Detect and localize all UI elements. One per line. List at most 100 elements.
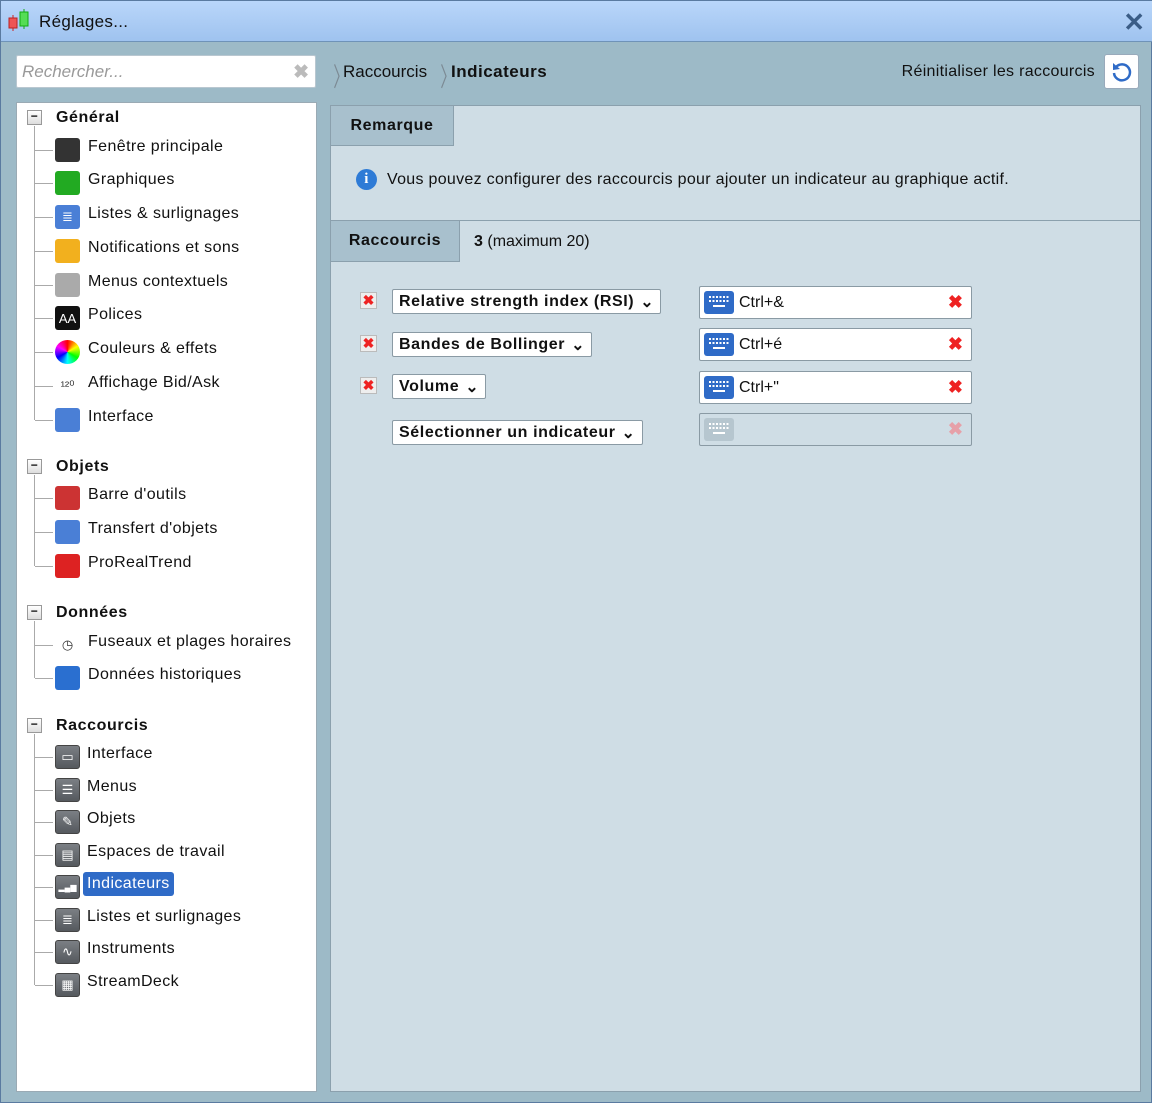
tree-line: [35, 318, 53, 319]
tree-line: [35, 352, 53, 353]
breadcrumb-raccourcis[interactable]: Raccourcis: [343, 62, 427, 82]
remark-text: Vous pouvez configurer des raccourcis po…: [387, 170, 1010, 188]
curve-icon: ∿: [55, 940, 80, 964]
tree-item-couleurs-effets[interactable]: Couleurs & effets: [84, 337, 221, 361]
window-title: Réglages...: [39, 12, 129, 31]
chevron-down-icon: ⌄: [571, 336, 586, 354]
info-icon: i: [356, 169, 377, 190]
tree-item-donn-es-historiques[interactable]: Données historiques: [84, 663, 245, 687]
clear-search-icon[interactable]: ✖: [293, 61, 309, 84]
collapse-icon[interactable]: −: [27, 110, 42, 125]
bid-ask-icon: ¹²⁰: [60, 378, 75, 393]
tree-group-3[interactable]: − Raccourcis: [17, 711, 316, 741]
streamdeck-icon: ▦: [55, 973, 80, 997]
indicator-select[interactable]: Bandes de Bollinger ⌄: [392, 332, 593, 357]
tree-line: [34, 621, 35, 678]
tree-item-fuseaux-et-plages-horaires[interactable]: Fuseaux et plages horaires: [84, 630, 295, 654]
collapse-icon[interactable]: −: [27, 459, 42, 474]
settings-tree: − Général Fenêtre principale Graphiques ≣ Lis…: [16, 102, 317, 1092]
tree-group-label: Données: [56, 604, 128, 621]
tree-item-indicateurs[interactable]: Indicateurs: [83, 872, 174, 896]
context-menu-icon: [55, 273, 80, 297]
tree-line: [34, 734, 35, 985]
history-icon: [55, 666, 80, 690]
tree-item-graphiques[interactable]: Graphiques: [84, 168, 179, 192]
search-input[interactable]: [17, 56, 277, 87]
tree-item-barre-d-outils[interactable]: Barre d'outils: [84, 483, 190, 507]
new-shortcut-key-field: ✖: [699, 413, 972, 446]
pencil-icon: ✎: [55, 810, 80, 834]
reset-shortcuts-button[interactable]: [1104, 54, 1139, 89]
collapse-icon[interactable]: −: [27, 718, 42, 733]
tree-group-2[interactable]: − Données: [17, 598, 316, 628]
content-panel: Remarque i Vous pouvez configurer des ra…: [330, 105, 1141, 1092]
tree-line: [35, 183, 53, 184]
color-wheel-icon: [55, 340, 80, 364]
keyboard-icon: [704, 418, 734, 441]
keyboard-icon: [704, 333, 734, 356]
tree-group-1[interactable]: − Objets: [17, 452, 316, 482]
tree-item-espaces-de-travail[interactable]: Espaces de travail: [83, 840, 229, 864]
tree-line: [35, 822, 53, 823]
tree-line: [35, 532, 53, 533]
tree-item-prorealtrend[interactable]: ProRealTrend: [84, 551, 196, 575]
delete-row-button[interactable]: ✖: [360, 292, 377, 309]
clear-key-icon[interactable]: ✖: [948, 292, 963, 313]
tree-item-menus[interactable]: Menus: [83, 775, 141, 799]
tree-item-polices[interactable]: Polices: [84, 303, 146, 327]
tree-item-interface[interactable]: Interface: [84, 405, 158, 429]
count-value: 3: [474, 233, 483, 250]
workspace-icon: ▤: [55, 843, 80, 867]
tree-item-listes-surlignages[interactable]: Listes & surlignages: [84, 202, 243, 226]
clear-key-icon: ✖: [947, 419, 963, 439]
tree-item-menus-contextuels[interactable]: Menus contextuels: [84, 270, 232, 294]
tree-line: [35, 566, 53, 567]
key-value: Ctrl+é: [739, 336, 783, 353]
chevron-down-icon: ⌄: [621, 424, 636, 442]
tree-line: [35, 920, 53, 921]
indicator-placeholder: Sélectionner un indicateur: [399, 423, 616, 441]
title-bar: Réglages... ✕: [1, 1, 1152, 42]
clear-key-icon[interactable]: ✖: [948, 334, 963, 355]
shortcut-key-field[interactable]: Ctrl+& ✖: [699, 286, 972, 319]
tree-item-instruments[interactable]: Instruments: [83, 937, 179, 961]
indicator-select[interactable]: Volume ⌄: [392, 374, 487, 399]
shortcut-key-field[interactable]: Ctrl+" ✖: [699, 371, 972, 404]
shortcut-key-field[interactable]: Ctrl+é ✖: [699, 328, 972, 361]
collapse-icon[interactable]: −: [27, 605, 42, 620]
indicator-select[interactable]: Relative strength index (RSI) ⌄: [392, 289, 662, 314]
tree-line: [35, 757, 53, 758]
tree-item-streamdeck[interactable]: StreamDeck: [83, 970, 183, 994]
delete-row-button[interactable]: ✖: [360, 335, 377, 352]
tree-group-label: Objets: [56, 458, 110, 475]
tree-line: [35, 855, 53, 856]
tree-item-listes-et-surlignages[interactable]: Listes et surlignages: [83, 905, 245, 929]
transfer-icon: [55, 520, 80, 544]
new-indicator-select[interactable]: Sélectionner un indicateur ⌄: [392, 420, 643, 445]
tree-group-0[interactable]: − Général: [17, 103, 316, 133]
key-value: Ctrl+&: [739, 294, 784, 311]
tree-line: [35, 985, 53, 986]
tree-group-label: Général: [56, 109, 120, 126]
search-box[interactable]: ✖: [16, 55, 316, 88]
delete-row-button[interactable]: ✖: [360, 377, 377, 394]
tree-line: [35, 217, 53, 218]
tree-item-notifications-et-sons[interactable]: Notifications et sons: [84, 236, 244, 260]
tree-line: [34, 126, 35, 420]
keyboard-icon: [704, 376, 734, 399]
chevron-down-icon: ⌄: [465, 378, 480, 396]
tree-item-objets[interactable]: Objets: [83, 807, 140, 831]
tree-item-transfert-d-objets[interactable]: Transfert d'objets: [84, 517, 222, 541]
lists-icon: ≣: [55, 908, 80, 932]
trend-icon: [55, 554, 80, 578]
tree-item-affichage-bid-ask[interactable]: Affichage Bid/Ask: [84, 371, 224, 395]
monitor-icon: ▭: [55, 745, 80, 769]
tree-item-interface[interactable]: Interface: [83, 742, 157, 766]
clock-icon: ◷: [61, 637, 74, 652]
count-max: (maximum 20): [487, 233, 590, 250]
clear-key-icon[interactable]: ✖: [948, 377, 963, 398]
close-icon[interactable]: ✕: [1123, 7, 1145, 38]
tree-line: [35, 678, 53, 679]
tree-item-fen-tre-principale[interactable]: Fenêtre principale: [84, 135, 227, 159]
tree-line: [35, 150, 53, 151]
